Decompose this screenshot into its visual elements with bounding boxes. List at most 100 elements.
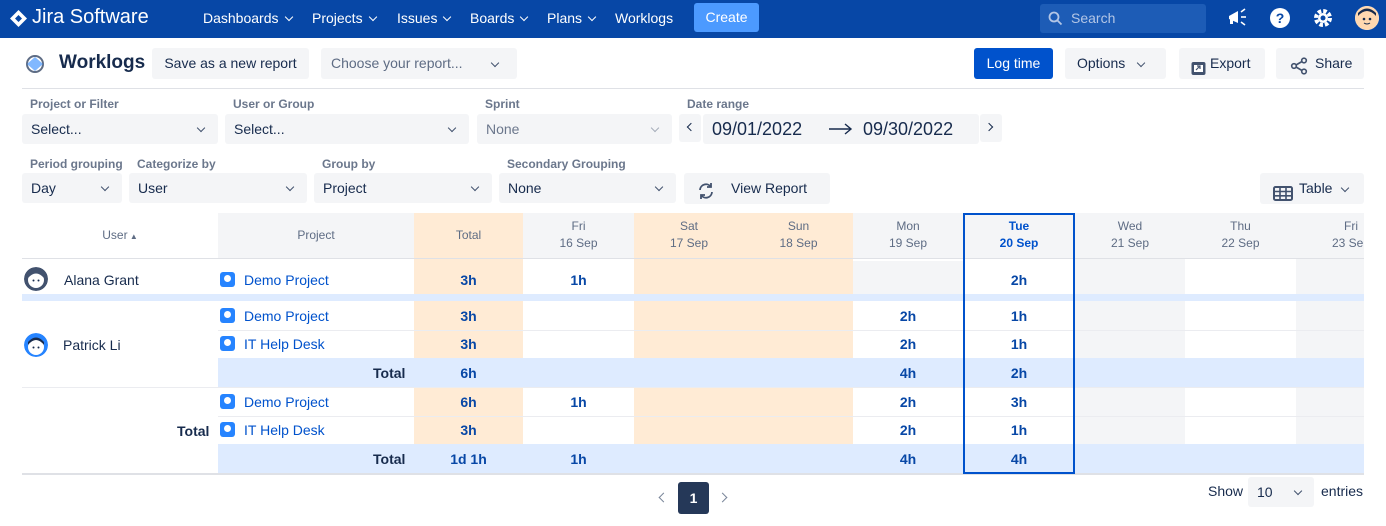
day-cell[interactable]: 1h xyxy=(523,272,634,288)
nav-plans[interactable]: Plans xyxy=(547,0,597,38)
day-cell: 1h xyxy=(570,451,587,467)
date-to-input[interactable]: 09/30/2022 xyxy=(863,119,953,140)
date-from-input[interactable]: 09/01/2022 xyxy=(712,119,802,140)
create-button[interactable]: Create xyxy=(694,3,759,32)
chevron-down-icon xyxy=(470,182,480,192)
day-date: 22 Sep xyxy=(1221,236,1260,250)
column-header-day[interactable]: Sun 18 Sep xyxy=(744,218,853,252)
page-button-current[interactable]: 1 xyxy=(678,482,709,514)
share-label: Share xyxy=(1315,55,1353,71)
day-name: Sun xyxy=(787,219,810,233)
log-time-button[interactable]: Log time xyxy=(974,48,1053,79)
view-report-button[interactable]: View Report xyxy=(684,173,830,204)
day-cell[interactable]: 3h xyxy=(963,394,1075,410)
help-icon[interactable]: ? xyxy=(1269,7,1291,29)
day-cell[interactable]: 2h xyxy=(963,272,1075,288)
gear-icon[interactable] xyxy=(1312,7,1334,29)
nav-issues[interactable]: Issues xyxy=(397,0,452,38)
date-next-button[interactable] xyxy=(980,114,1002,142)
column-header-total[interactable]: Total xyxy=(414,227,523,244)
total-cell: 6h xyxy=(460,394,477,410)
total-cell: 3h xyxy=(460,336,477,352)
jira-logo-icon[interactable] xyxy=(10,10,27,27)
nav-projects[interactable]: Projects xyxy=(312,0,377,38)
page-title: Worklogs xyxy=(59,52,146,73)
day-cell[interactable]: 2h xyxy=(853,422,963,438)
chevron-down-icon xyxy=(447,123,457,133)
day-date: 19 Sep xyxy=(888,236,928,250)
nav-boards-label: Boards xyxy=(470,10,515,26)
next-page-button[interactable] xyxy=(716,488,732,508)
project-link[interactable]: Demo Project xyxy=(244,272,329,288)
arrow-right-icon xyxy=(829,122,853,135)
group-by-select[interactable]: Project xyxy=(314,173,492,203)
day-cell[interactable]: 1h xyxy=(523,394,634,410)
project-link[interactable]: Demo Project xyxy=(244,308,329,324)
day-name: Thu xyxy=(1230,219,1251,233)
column-header-user[interactable]: User ▲ xyxy=(22,227,218,245)
megaphone-icon[interactable] xyxy=(1227,8,1249,28)
export-label: Export xyxy=(1210,55,1251,71)
user-filter-select[interactable]: Select... xyxy=(225,114,469,144)
prev-page-button[interactable] xyxy=(655,488,671,508)
user-separator-band xyxy=(22,294,1364,301)
user-filter-value: Select... xyxy=(234,121,285,137)
nav-dashboards[interactable]: Dashboards xyxy=(203,0,293,38)
column-header-day[interactable]: Wed 21 Sep xyxy=(1075,218,1185,252)
avatar[interactable] xyxy=(1355,6,1379,30)
chevron-down-icon xyxy=(520,12,529,22)
user-name: Patrick Li xyxy=(63,337,121,353)
secondary-grouping-label: Secondary Grouping xyxy=(507,157,626,171)
project-icon xyxy=(220,422,235,437)
column-header-day[interactable]: Fri 16 Sep xyxy=(523,218,634,252)
page-size-select[interactable]: 10 xyxy=(1248,477,1314,507)
row-divider xyxy=(218,416,1364,417)
day-date: 16 Sep xyxy=(559,236,598,250)
search-input[interactable]: Search xyxy=(1040,4,1206,33)
day-cell[interactable]: 1h xyxy=(963,422,1075,438)
nav-plans-label: Plans xyxy=(547,10,583,26)
period-grouping-select[interactable]: Day xyxy=(22,173,122,203)
nav-worklogs[interactable]: Worklogs xyxy=(615,0,673,38)
day-cell[interactable]: 1h xyxy=(963,308,1075,324)
options-button[interactable]: Options xyxy=(1065,48,1166,79)
total-cell: 6h xyxy=(460,365,477,381)
project-filter-label: Project or Filter xyxy=(30,97,119,111)
choose-report-select[interactable]: Choose your report... xyxy=(321,48,517,79)
project-link[interactable]: IT Help Desk xyxy=(244,422,325,438)
nav-boards[interactable]: Boards xyxy=(470,0,529,38)
project-filter-select[interactable]: Select... xyxy=(22,114,218,144)
mon-empty-cell xyxy=(853,261,963,294)
secondary-grouping-select[interactable]: None xyxy=(499,173,676,203)
brand-name[interactable]: Jira Software xyxy=(32,0,149,38)
column-header-day-selected[interactable]: Tue 20 Sep xyxy=(963,218,1075,252)
day-cell: 4h xyxy=(1010,451,1028,467)
user-name: Alana Grant xyxy=(64,272,139,288)
day-name: Tue xyxy=(1008,219,1030,233)
date-prev-button[interactable] xyxy=(679,114,701,142)
column-header-day[interactable]: Sat 17 Sep xyxy=(634,218,744,252)
project-link[interactable]: Demo Project xyxy=(244,394,329,410)
column-header-project[interactable]: Project xyxy=(218,227,414,244)
share-button[interactable]: Share xyxy=(1276,48,1364,79)
day-cell[interactable]: 2h xyxy=(853,394,963,410)
column-header-day[interactable]: Thu 22 Sep xyxy=(1185,218,1296,252)
save-report-button[interactable]: Save as a new report xyxy=(152,48,309,79)
header-divider xyxy=(22,88,1364,89)
project-link[interactable]: IT Help Desk xyxy=(244,336,325,352)
day-name: Wed xyxy=(1117,219,1143,233)
column-header-day[interactable]: Mon 19 Sep xyxy=(853,218,963,252)
chevron-right-icon xyxy=(984,122,994,132)
sprint-filter-select[interactable]: None xyxy=(477,114,672,144)
day-cell[interactable]: 2h xyxy=(853,336,963,352)
day-name: Sat xyxy=(679,219,698,233)
day-cell[interactable]: 1h xyxy=(963,336,1075,352)
project-icon xyxy=(220,394,235,409)
categorize-select[interactable]: User xyxy=(129,173,307,203)
subtotal-label: Total xyxy=(373,451,406,467)
table-view-select[interactable]: Table xyxy=(1260,173,1364,204)
export-button[interactable]: Export xyxy=(1179,48,1265,79)
day-name: Fri xyxy=(571,219,586,233)
day-cell[interactable]: 2h xyxy=(853,308,963,324)
day-date: 20 Sep xyxy=(999,236,1039,250)
